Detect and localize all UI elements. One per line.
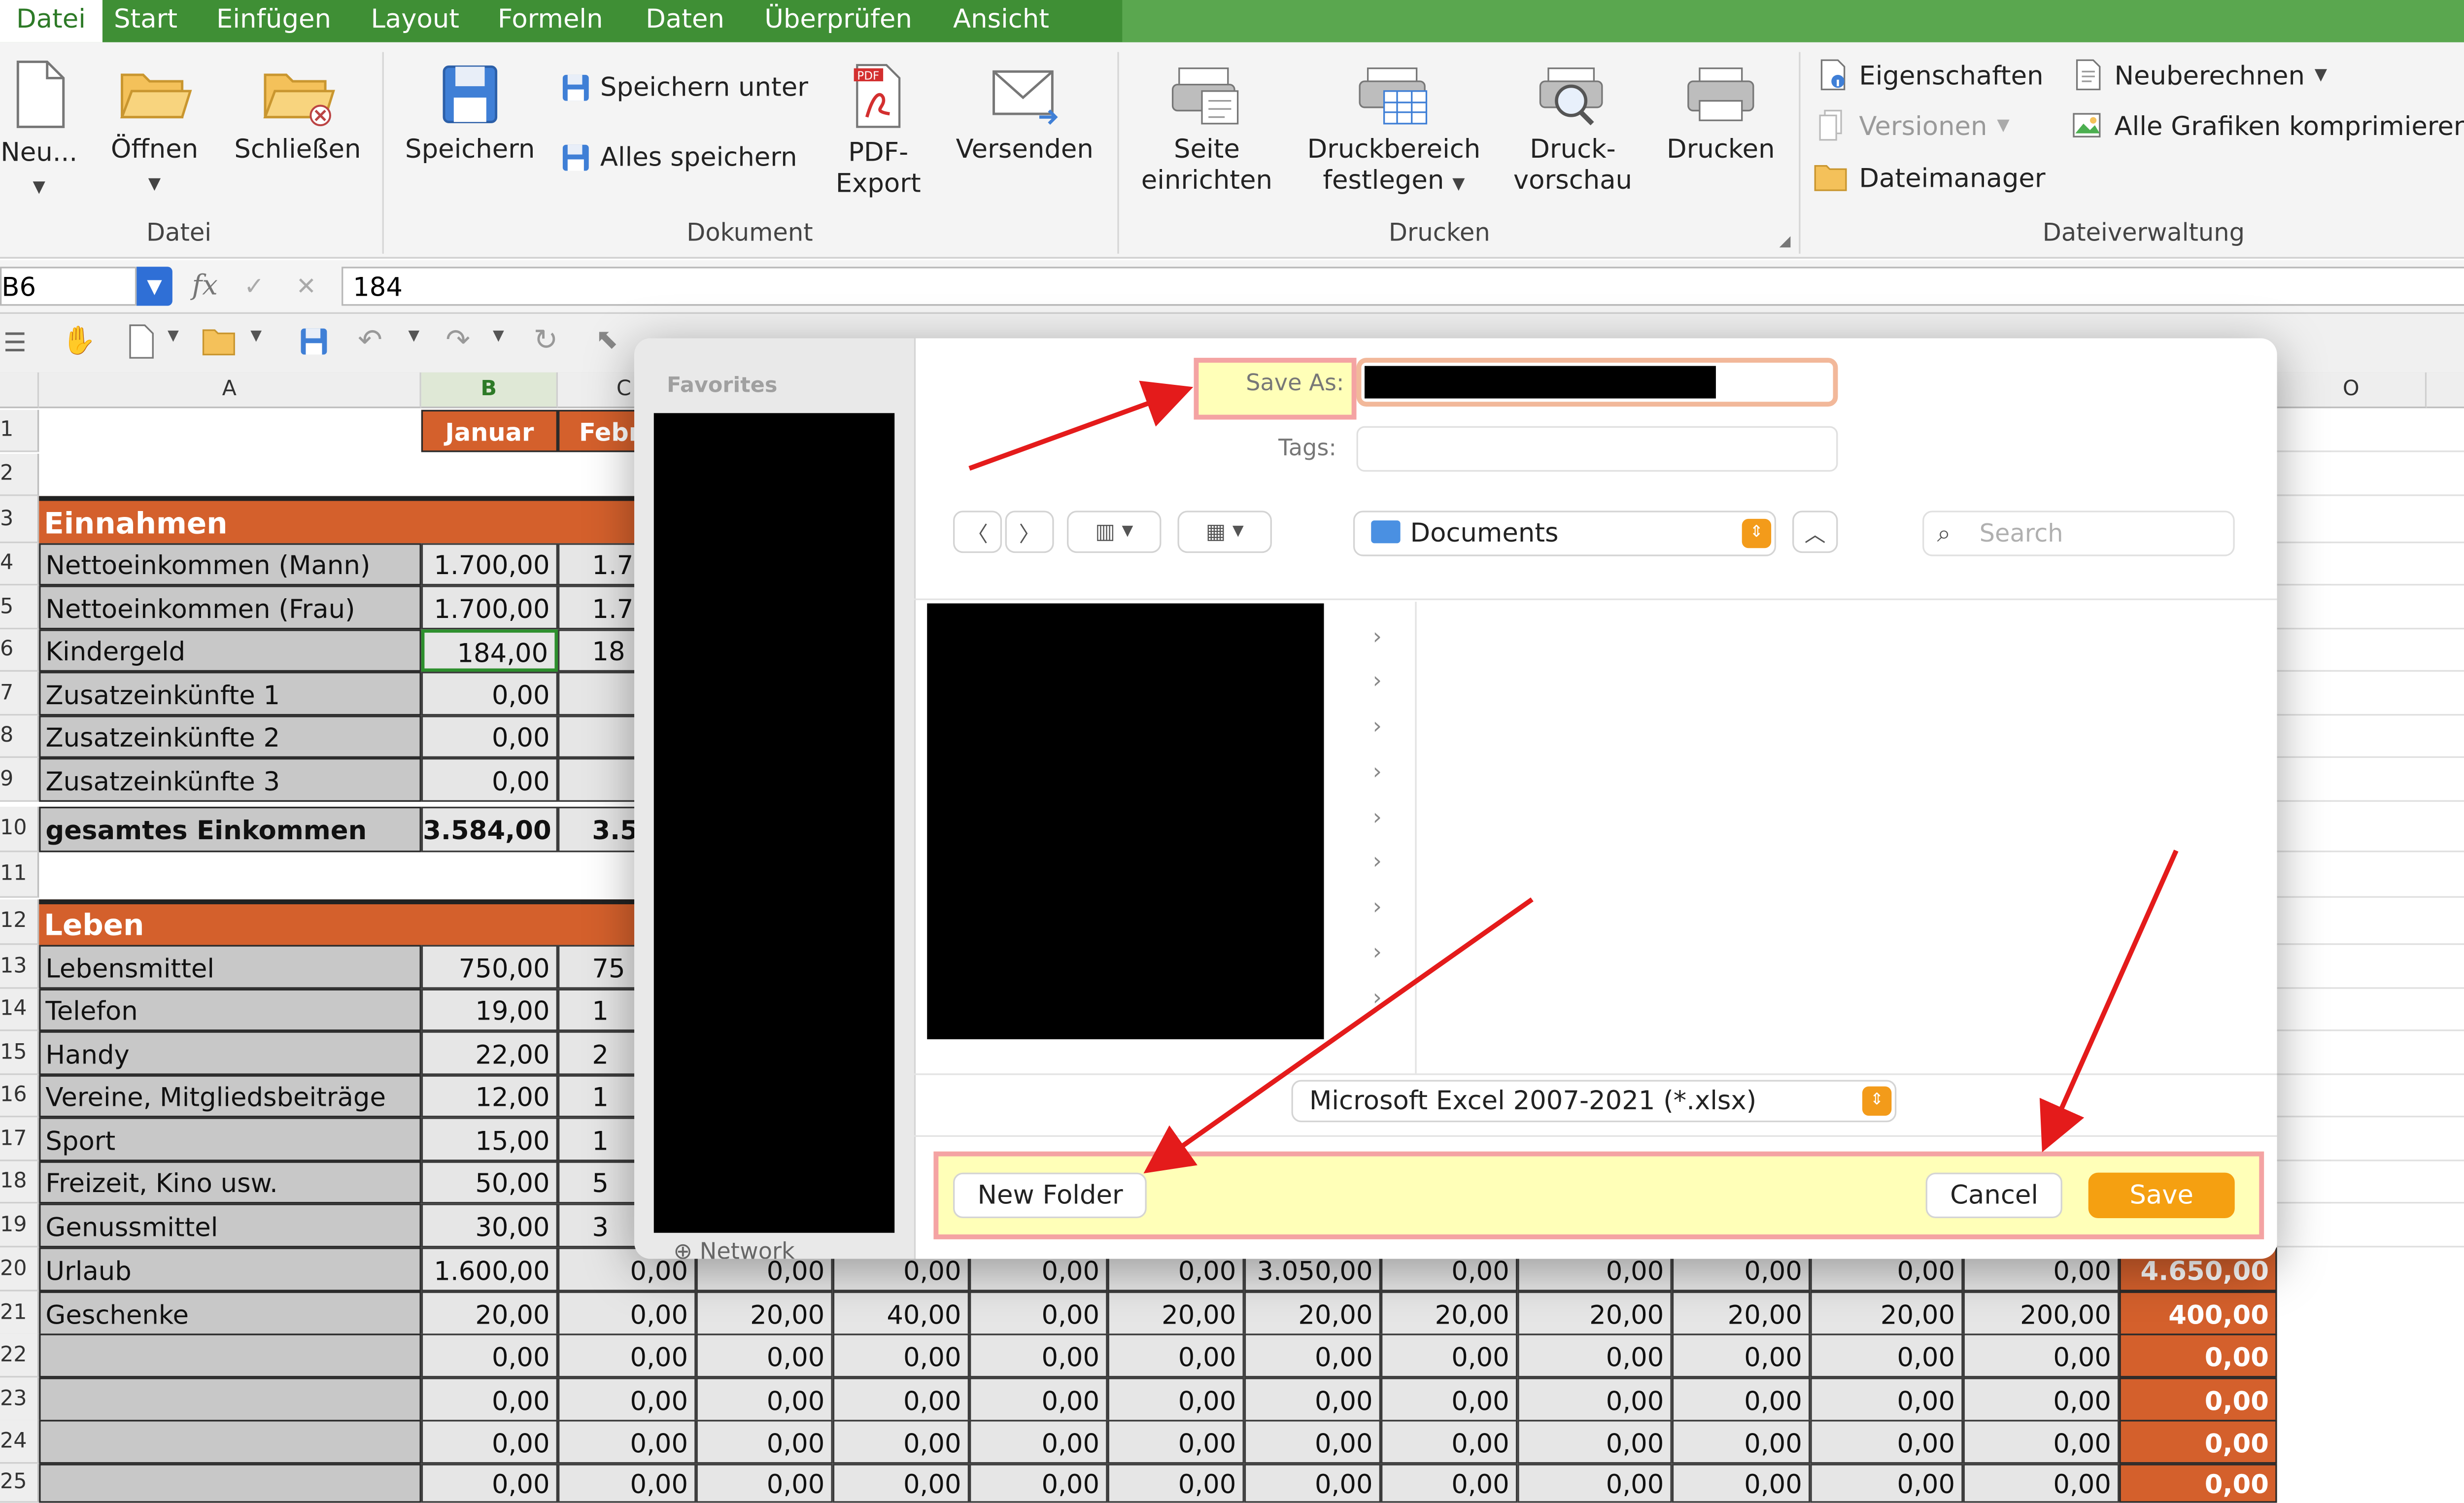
arrow-to-save <box>2039 850 2179 1153</box>
app-window: Datei Start Einfügen Layout Formeln Date… <box>0 0 2464 1503</box>
arrow-to-new-folder <box>1143 897 1534 1174</box>
annotation-arrows <box>968 380 2179 1174</box>
arrow-to-save-as <box>968 380 1194 471</box>
